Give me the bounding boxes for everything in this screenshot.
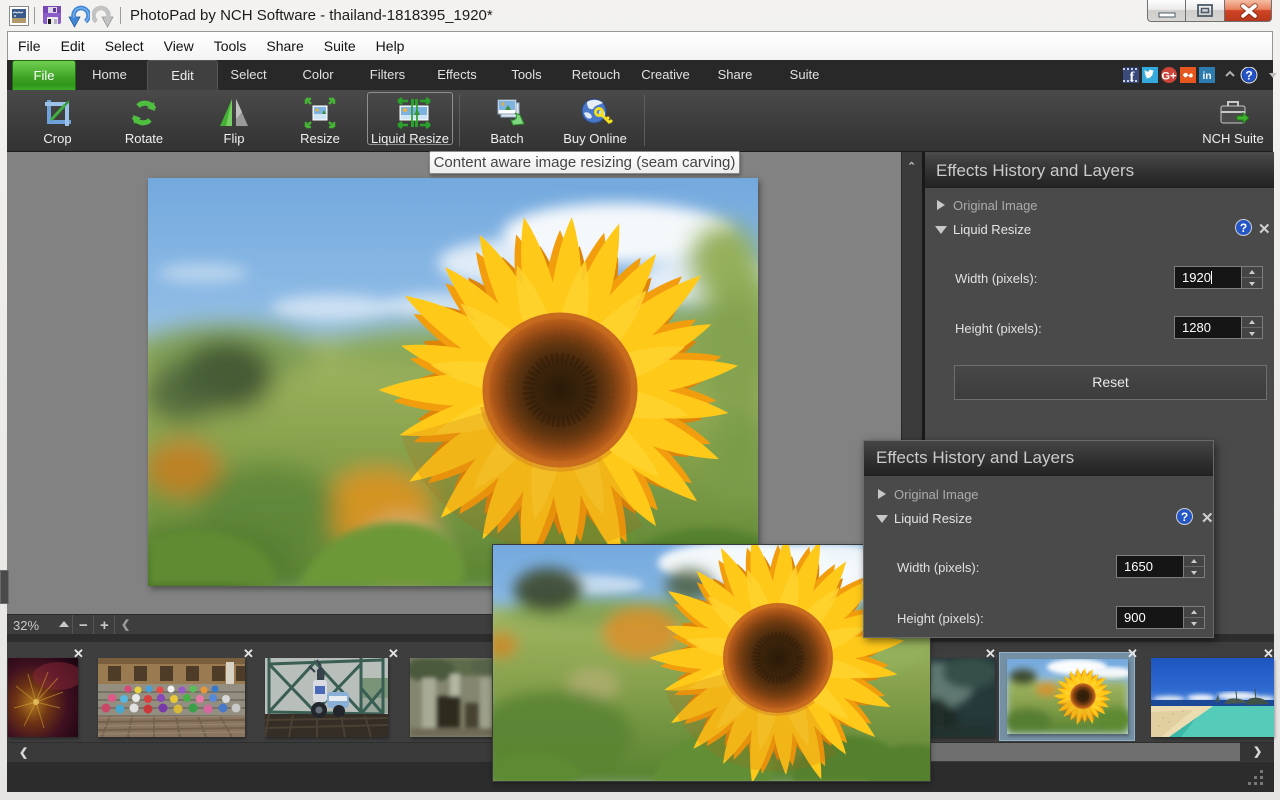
svg-text:f: f <box>1130 70 1135 84</box>
svg-text:?: ? <box>1245 69 1252 83</box>
svg-text:G+: G+ <box>1162 71 1177 83</box>
svg-text:in: in <box>1203 71 1212 82</box>
